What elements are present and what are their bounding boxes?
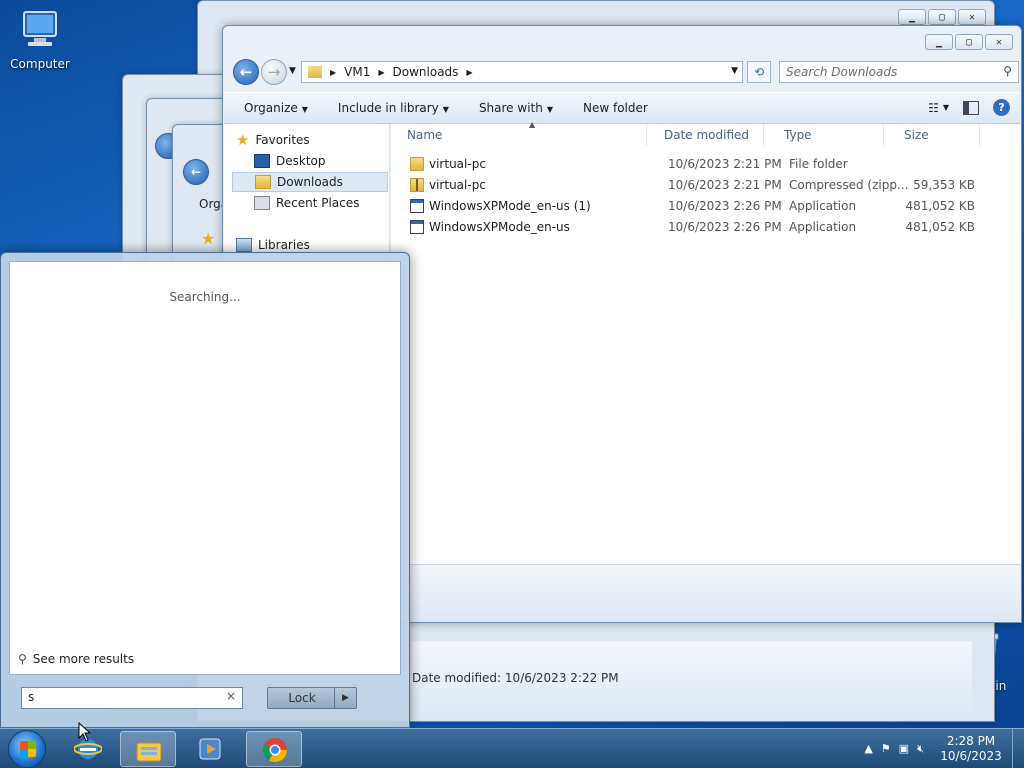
show-desktop-button[interactable] — [1012, 729, 1024, 768]
zip-icon — [410, 178, 424, 192]
recent-pages-icon[interactable]: ▼ — [289, 66, 296, 76]
mouse-cursor-icon — [78, 722, 92, 742]
chevron-down-icon: ▼ — [546, 105, 553, 114]
media-player-icon — [199, 738, 221, 760]
chevron-down-icon[interactable]: ▼ — [731, 66, 738, 76]
search-icon[interactable]: ⚲ — [1003, 64, 1012, 78]
search-placeholder: Search Downloads — [786, 65, 898, 79]
refresh-button[interactable]: ⟲ — [747, 61, 771, 83]
file-list: Name ▲ Date modified Type Size virtual-p… — [391, 120, 1021, 564]
date-modified-label: Date modified: — [412, 671, 502, 685]
folder-icon — [410, 157, 424, 171]
chevron-right-icon[interactable]: ▶ — [378, 68, 384, 77]
preview-pane-icon[interactable] — [963, 100, 979, 115]
lock-button[interactable]: Lock ▶ — [267, 687, 357, 709]
chevron-right-icon[interactable]: ▶ — [330, 68, 336, 77]
minimize-icon[interactable]: ▁ — [925, 34, 953, 50]
back-button[interactable]: ← — [233, 59, 259, 85]
maximize-icon[interactable]: ▢ — [928, 9, 956, 25]
searching-status: Searching... — [169, 290, 241, 304]
application-icon — [410, 220, 424, 234]
downloads-folder-icon — [255, 175, 271, 189]
view-options-icon[interactable]: ☷ — [928, 101, 939, 115]
close-icon[interactable]: ✕ — [985, 34, 1013, 50]
power-options-arrow-icon[interactable]: ▶ — [334, 688, 356, 708]
star-icon: ★ — [236, 131, 250, 149]
start-button[interactable] — [8, 730, 46, 768]
search-icon: ⚲ — [18, 652, 27, 666]
folder-icon — [308, 66, 322, 78]
sidebar-item-recent-places[interactable]: Recent Places — [232, 193, 388, 213]
chrome-icon — [262, 738, 287, 763]
taskbar: ▲ ⚑ ▣ 🔇︎ 2:28 PM 10/6/2023 — [0, 728, 1024, 768]
favorites-star-icon: ★ — [201, 229, 216, 248]
date-modified-detail: Date modified: 10/6/2023 2:22 PM — [412, 671, 619, 685]
taskbar-media-player[interactable] — [182, 731, 238, 767]
volume-muted-icon[interactable]: 🔇︎ — [917, 742, 924, 756]
sidebar-item-favorites[interactable]: ★ Favorites — [232, 130, 388, 150]
column-header-type[interactable]: Type — [768, 124, 884, 146]
clear-icon[interactable]: × — [226, 689, 236, 703]
chevron-down-icon: ▼ — [442, 105, 449, 114]
chevron-right-icon[interactable]: ▶ — [466, 68, 472, 77]
column-header-size[interactable]: Size — [888, 124, 980, 146]
chevron-down-icon[interactable]: ▼ — [943, 103, 949, 112]
application-icon — [410, 199, 424, 213]
new-folder-button[interactable]: New folder — [583, 101, 648, 115]
file-row[interactable]: WindowsXPMode_en-us (1) 10/6/2023 2:26 P… — [391, 196, 991, 217]
lock-label: Lock — [288, 691, 316, 705]
clock-time: 2:28 PM — [946, 734, 996, 748]
organize-button[interactable]: Organize ▼ — [244, 101, 308, 115]
breadcrumb-vm1[interactable]: VM1 — [344, 65, 370, 79]
recent-places-icon — [254, 196, 270, 210]
computer-desktop-icon[interactable]: Computer — [0, 8, 80, 71]
clock-date: 10/6/2023 — [940, 749, 1002, 763]
help-icon[interactable]: ? — [993, 99, 1010, 116]
see-more-results-link[interactable]: ⚲ See more results — [18, 652, 134, 666]
computer-label: Computer — [10, 57, 70, 71]
start-menu: Searching... ⚲ See more results s × Lock… — [0, 252, 410, 728]
include-in-library-button[interactable]: Include in library ▼ — [338, 101, 449, 115]
window-controls: ▁ ▢ ✕ — [898, 9, 986, 25]
column-header-name[interactable]: Name — [391, 124, 647, 146]
search-input[interactable]: Search Downloads ⚲ — [779, 61, 1019, 83]
taskbar-chrome[interactable] — [246, 731, 302, 767]
windows-explorer-icon — [136, 742, 162, 762]
date-modified-value: 10/6/2023 2:22 PM — [504, 671, 619, 685]
maximize-icon[interactable]: ▢ — [955, 34, 983, 50]
navigation-row: ← → ▼ ▶ VM1 ▶ Downloads ▶ ▼ ⟲ Search Dow… — [231, 58, 1019, 86]
file-row[interactable]: WindowsXPMode_en-us 10/6/2023 2:26 PM Ap… — [391, 217, 991, 238]
sidebar-item-desktop[interactable]: Desktop — [232, 151, 388, 171]
chevron-down-icon: ▼ — [301, 105, 308, 114]
sidebar-item-downloads[interactable]: Downloads — [232, 172, 388, 192]
details-pane: Date modified: 10/6/2023 2:22 PM — [412, 641, 972, 721]
forward-button[interactable]: → — [261, 59, 287, 85]
sort-arrow-icon: ▲ — [529, 120, 536, 129]
computer-icon — [23, 11, 57, 46]
desktop-icon — [254, 154, 270, 168]
clock[interactable]: 2:28 PM 10/6/2023 — [936, 734, 1006, 764]
start-search-input[interactable]: s × — [21, 687, 243, 709]
file-row[interactable]: virtual-pc 10/6/2023 2:21 PM Compressed … — [391, 175, 991, 196]
close-icon[interactable]: ✕ — [958, 9, 986, 25]
column-header-date-modified[interactable]: Date modified — [648, 124, 764, 146]
address-bar[interactable]: ▶ VM1 ▶ Downloads ▶ ▼ — [301, 61, 743, 83]
show-hidden-icons-icon[interactable]: ▲ — [864, 742, 872, 756]
taskbar-windows-explorer[interactable] — [120, 731, 176, 767]
network-icon[interactable]: ▣ — [899, 742, 909, 756]
window-controls: ▁ ▢ ✕ — [925, 34, 1013, 50]
file-row[interactable]: virtual-pc 10/6/2023 2:21 PM File folder — [391, 154, 991, 175]
share-with-button[interactable]: Share with ▼ — [479, 101, 553, 115]
command-bar: Organize ▼ Include in library ▼ Share with… — [224, 92, 1020, 124]
libraries-icon — [236, 238, 252, 252]
action-center-icon[interactable]: ⚑ — [881, 742, 891, 756]
breadcrumb-downloads[interactable]: Downloads — [393, 65, 459, 79]
start-search-value: s — [28, 690, 35, 704]
search-results-panel: Searching... ⚲ See more results — [9, 261, 401, 675]
back-icon[interactable]: ← — [183, 159, 209, 185]
system-tray: ▲ ⚑ ▣ 🔇︎ 2:28 PM 10/6/2023 — [864, 729, 1024, 768]
minimize-icon[interactable]: ▁ — [898, 9, 926, 25]
